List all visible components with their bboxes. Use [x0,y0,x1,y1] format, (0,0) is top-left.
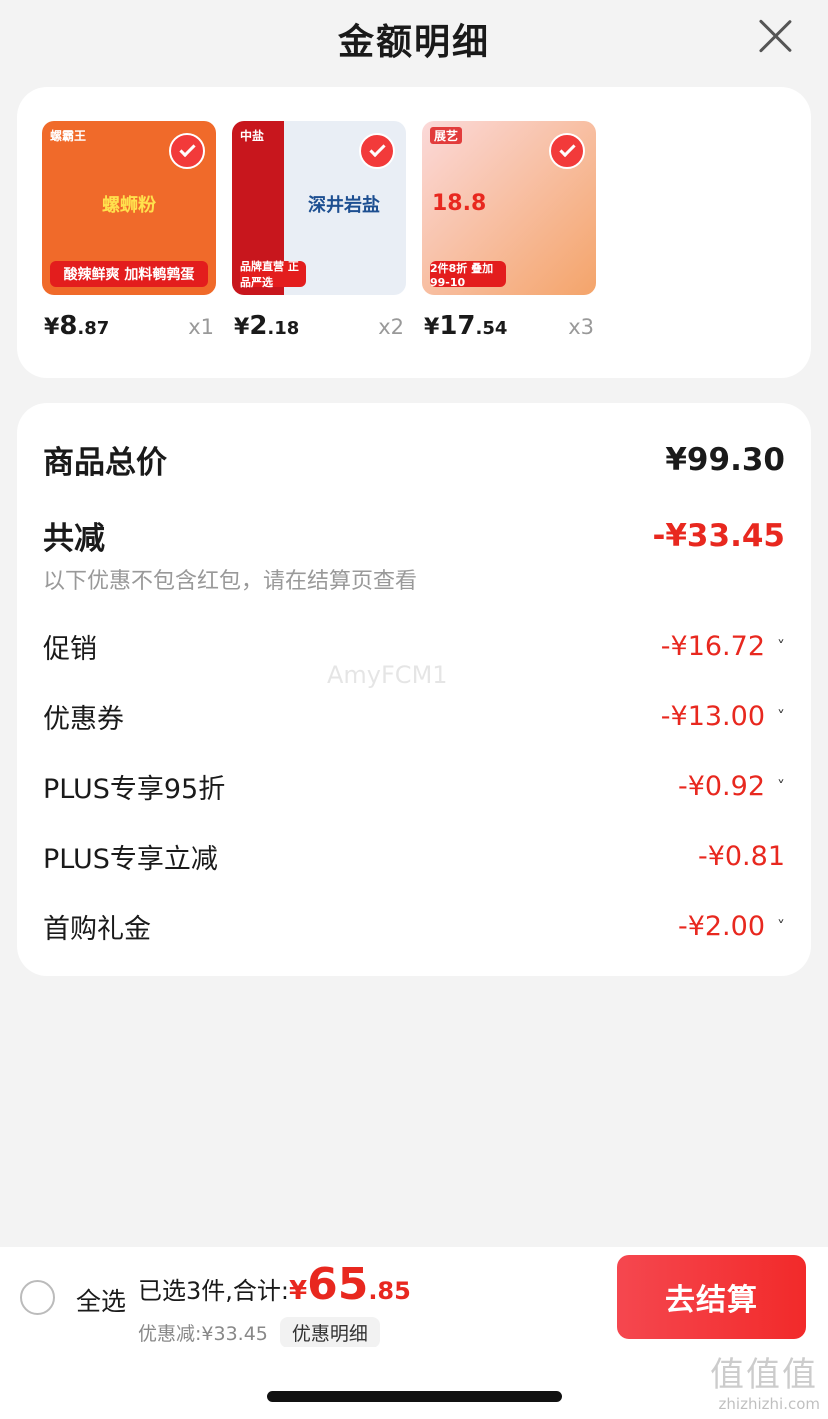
product-brand: 螺霸王 [50,129,87,143]
discount-detail-button[interactable]: 优惠明细 [279,1317,380,1348]
chevron-down-icon[interactable]: ˅ [765,707,785,726]
product-image-text: 18.8 [432,191,487,216]
discount-value: -¥0.81 [697,841,785,872]
total-price: ¥65.85 [288,1259,411,1310]
checked-icon[interactable] [549,133,585,169]
discount-item-plus95[interactable]: PLUS专享95折 -¥0.92 ˅ [43,767,785,806]
products-card: 螺霸王 螺蛳粉 酸辣鲜爽 加料鹌鹑蛋 ¥8.87 x1 中盐 深井岩盐 品牌直营… [17,87,811,378]
selected-summary: 已选3件,合计: ¥65.85 [138,1259,411,1310]
reduce-value: -¥33.45 [652,517,786,554]
product-image[interactable]: 中盐 深井岩盐 品牌直营 正品严选 [232,121,406,295]
discount-value: -¥2.00 [677,911,765,942]
discount-total: 优惠减:¥33.45 [138,1323,268,1345]
product-price: ¥17.54 [424,311,508,341]
discount-item-first-purchase[interactable]: 首购礼金 -¥2.00 ˅ [43,907,785,946]
discount-line: 优惠减:¥33.45 优惠明细 [138,1317,380,1348]
product-image[interactable]: 展艺 18.8 2件8折 叠加99-10 [422,121,596,295]
product-brand: 展艺 [430,127,463,144]
product-image-text: 螺蛳粉 [102,195,156,216]
checked-icon[interactable] [169,133,205,169]
discount-label: PLUS专享95折 [43,774,226,805]
discount-label: 首购礼金 [43,914,151,945]
reduce-label: 共减 [43,521,105,557]
product-qty: x3 [568,315,594,339]
site-watermark: zhizhizhi.com [718,1395,820,1413]
reduce-row: 共减 -¥33.45 [43,513,785,558]
discount-note: 以下优惠不包含红包，请在结算页查看 [43,569,418,594]
close-icon[interactable] [756,16,794,54]
site-logo: 值值值 [710,1355,818,1395]
checkout-button[interactable]: 去结算 [617,1255,806,1339]
product-image-text: 深井岩盐 [308,195,380,216]
summary-card: 商品总价 ¥99.30 共减 -¥33.45 以下优惠不包含红包，请在结算页查看… [17,403,811,976]
discount-label: PLUS专享立减 [43,844,218,875]
select-all-label[interactable]: 全选 [76,1282,126,1318]
discount-value: -¥16.72 [660,631,765,662]
product-banner: 品牌直营 正品严选 [240,260,306,289]
chevron-down-icon[interactable]: ˅ [765,917,785,936]
product-image[interactable]: 螺霸王 螺蛳粉 酸辣鲜爽 加料鹌鹑蛋 [42,121,216,295]
product-brand: 中盐 [240,129,265,143]
total-value: ¥99.30 [665,441,785,478]
product-item[interactable]: 螺霸王 螺蛳粉 酸辣鲜爽 加料鹌鹑蛋 ¥8.87 x1 [42,121,216,341]
discount-item-plus-reduce: PLUS专享立减 -¥0.81 [43,837,785,876]
chevron-down-icon[interactable]: ˅ [765,637,785,656]
home-indicator[interactable] [267,1391,562,1402]
discount-value: -¥0.92 [677,771,765,802]
discount-item-promo[interactable]: 促销 -¥16.72 ˅ [43,627,785,666]
product-qty: x2 [378,315,404,339]
home-area: 值值值 zhizhizhi.com [0,1347,828,1419]
discount-label: 促销 [43,634,97,665]
selected-text: 已选3件,合计: [138,1277,289,1305]
product-banner: 2件8折 叠加99-10 [430,261,506,289]
checked-icon[interactable] [359,133,395,169]
discount-value: -¥13.00 [660,701,765,732]
discount-item-coupon[interactable]: 优惠券 -¥13.00 ˅ [43,697,785,736]
total-row: 商品总价 ¥99.30 [43,437,785,482]
select-all-radio[interactable] [20,1280,55,1315]
chevron-down-icon[interactable]: ˅ [765,777,785,796]
product-qty: x1 [188,315,214,339]
product-item[interactable]: 中盐 深井岩盐 品牌直营 正品严选 ¥2.18 x2 [232,121,406,341]
total-label: 商品总价 [43,445,167,481]
header: 金额明细 [0,0,828,78]
product-banner: 酸辣鲜爽 加料鹌鹑蛋 [50,261,208,287]
product-price: ¥2.18 [234,311,300,341]
product-price: ¥8.87 [44,311,110,341]
checkout-bar: 全选 已选3件,合计: ¥65.85 优惠减:¥33.45 优惠明细 去结算 [0,1247,828,1348]
product-item[interactable]: 展艺 18.8 2件8折 叠加99-10 ¥17.54 x3 [422,121,596,341]
page-title: 金额明细 [337,22,490,63]
discount-label: 优惠券 [43,704,124,735]
